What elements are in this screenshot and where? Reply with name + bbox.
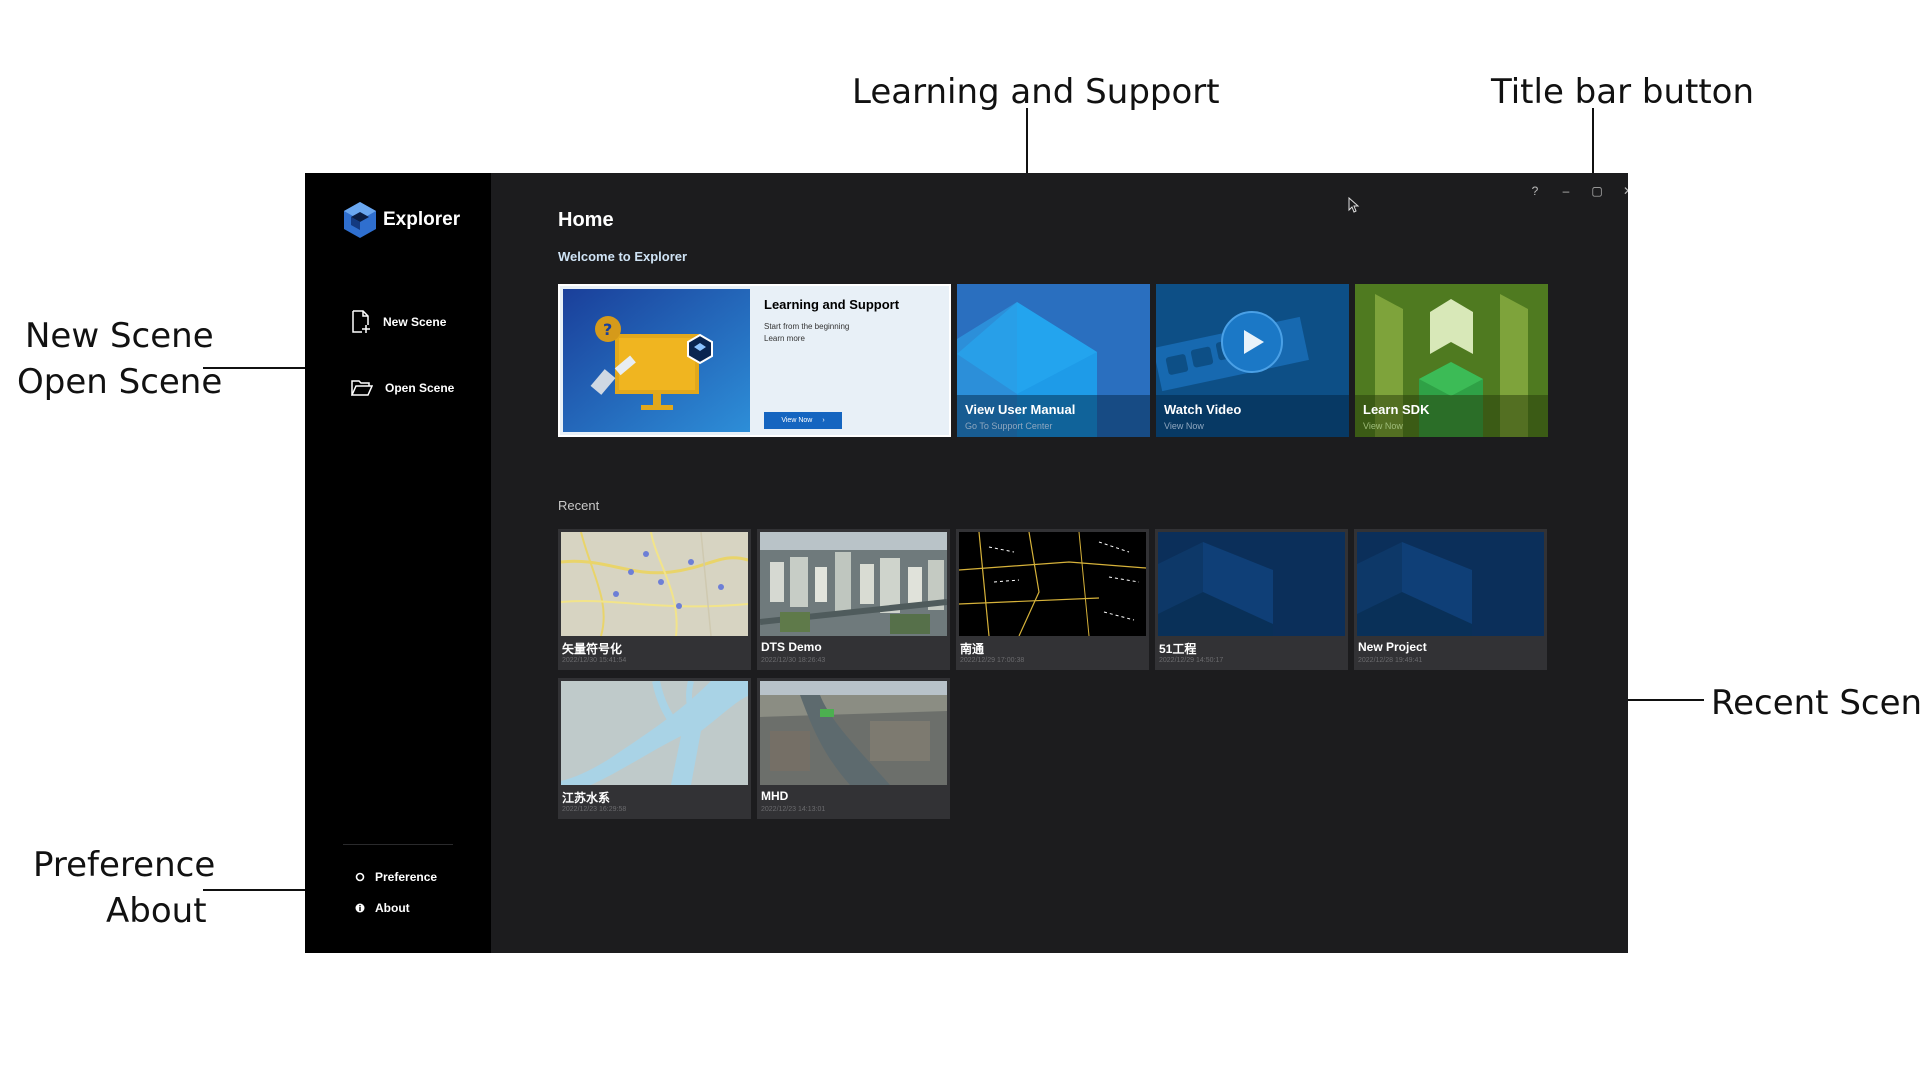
welcome-heading: Welcome to Explorer bbox=[558, 249, 688, 264]
about-button[interactable]: About bbox=[355, 901, 410, 915]
explorer-window: Explorer New Scene Open Scene Preference… bbox=[305, 173, 1628, 953]
page-title: Home bbox=[558, 209, 614, 231]
callout-open-scene: Open Scene bbox=[17, 362, 223, 402]
maximize-button[interactable]: ▢ bbox=[1586, 180, 1608, 202]
new-file-icon bbox=[352, 310, 370, 333]
callout-new-scene: New Scene bbox=[25, 316, 214, 356]
preference-label: Preference bbox=[375, 870, 438, 884]
user-manual-title: View User Manual bbox=[965, 402, 1076, 417]
recent-scene-card[interactable]: 江苏水系 2022/12/23 16:29:58 bbox=[558, 678, 751, 819]
learn-sdk-title: Learn SDK bbox=[1363, 402, 1430, 417]
recent-scene-date: 2022/12/28 19:49:41 bbox=[1358, 657, 1423, 664]
preference-button[interactable]: Preference bbox=[355, 870, 437, 884]
info-icon bbox=[355, 903, 365, 913]
recent-scene-card[interactable]: 51工程 2022/12/29 14:50:17 bbox=[1155, 529, 1348, 670]
chevron-right-icon: › bbox=[822, 417, 825, 424]
learning-illustration: ? bbox=[563, 289, 750, 432]
folder-open-icon bbox=[351, 380, 373, 396]
callout-learning-support: Learning and Support bbox=[852, 72, 1220, 112]
recent-scene-date: 2022/12/23 16:29:58 bbox=[562, 806, 627, 813]
recent-scene-date: 2022/12/29 17:00:38 bbox=[960, 657, 1025, 664]
learning-card-title: Learning and Support bbox=[764, 297, 900, 312]
close-button[interactable]: ✕ bbox=[1617, 180, 1628, 202]
learning-card-subtitle: Start from the beginning Learn more bbox=[764, 321, 849, 345]
vector-lines-thumbnail bbox=[959, 532, 1146, 636]
recent-scene-card[interactable]: 南通 2022/12/29 17:00:38 bbox=[956, 529, 1149, 670]
leader-line-titlebar bbox=[1592, 108, 1594, 181]
map-thumbnail bbox=[561, 532, 748, 636]
recent-scene-card[interactable]: DTS Demo 2022/12/30 18:26:43 bbox=[757, 529, 950, 670]
help-button[interactable]: ? bbox=[1524, 180, 1546, 202]
gear-icon bbox=[355, 872, 365, 882]
callout-about: About bbox=[106, 891, 207, 931]
recent-scene-name: 江苏水系 bbox=[562, 791, 611, 805]
minimize-button[interactable]: – bbox=[1555, 180, 1577, 202]
watch-video-title: Watch Video bbox=[1164, 402, 1242, 417]
recent-scene-date: 2022/12/29 14:50:17 bbox=[1159, 657, 1224, 664]
open-scene-label: Open Scene bbox=[385, 381, 455, 395]
explorer-logo-icon bbox=[344, 202, 376, 238]
recent-scene-name: 51工程 bbox=[1159, 642, 1197, 656]
recent-scene-name: 矢量符号化 bbox=[562, 642, 623, 656]
learning-card-line1: Start from the beginning bbox=[764, 322, 850, 331]
callout-preference: Preference bbox=[33, 845, 216, 885]
default-project-thumbnail bbox=[1158, 532, 1345, 636]
watch-video-tile[interactable]: Watch Video View Now bbox=[1156, 284, 1349, 437]
sidebar: Explorer New Scene Open Scene Preference… bbox=[305, 173, 491, 953]
view-now-label: View Now bbox=[781, 417, 813, 424]
recent-scene-date: 2022/12/30 18:26:43 bbox=[761, 657, 826, 664]
default-project-thumbnail bbox=[1357, 532, 1544, 636]
recent-scene-date: 2022/12/30 15:41:54 bbox=[562, 657, 627, 664]
view-now-button[interactable]: View Now › bbox=[764, 412, 842, 429]
user-manual-tile[interactable]: View User Manual Go To Support Center bbox=[957, 284, 1150, 437]
recent-scene-card[interactable]: New Project 2022/12/28 19:49:41 bbox=[1354, 529, 1547, 670]
new-scene-label: New Scene bbox=[383, 315, 447, 329]
recent-scene-name: 南通 bbox=[960, 642, 985, 656]
open-scene-button[interactable]: Open Scene bbox=[351, 379, 454, 397]
callout-recent-scene: Recent Scene bbox=[1711, 683, 1920, 723]
about-label: About bbox=[375, 901, 410, 915]
learn-sdk-tile[interactable]: Learn SDK View Now bbox=[1355, 284, 1548, 437]
new-scene-button[interactable]: New Scene bbox=[351, 310, 446, 334]
recent-scene-date: 2022/12/23 14:13:01 bbox=[761, 806, 826, 813]
app-logo: Explorer bbox=[343, 201, 460, 239]
svg-text:?: ? bbox=[603, 320, 612, 339]
aerial-photo-thumbnail bbox=[760, 681, 947, 785]
recent-scene-card[interactable]: MHD 2022/12/23 14:13:01 bbox=[757, 678, 950, 819]
learn-sdk-subtitle: View Now bbox=[1363, 421, 1403, 431]
learning-card-line2: Learn more bbox=[764, 334, 805, 343]
recent-scene-name: New Project bbox=[1358, 640, 1427, 654]
mouse-cursor-icon bbox=[1348, 197, 1360, 213]
sidebar-divider bbox=[343, 844, 453, 845]
recent-scene-name: DTS Demo bbox=[761, 640, 822, 654]
river-map-thumbnail bbox=[561, 681, 748, 785]
callout-title-bar: Title bar button bbox=[1491, 72, 1755, 112]
user-manual-subtitle: Go To Support Center bbox=[965, 421, 1053, 431]
recent-scene-name: MHD bbox=[761, 789, 789, 803]
learning-support-card[interactable]: ? Learning and Support Start from the be… bbox=[558, 284, 951, 437]
watch-video-subtitle: View Now bbox=[1164, 421, 1204, 431]
city-aerial-thumbnail bbox=[760, 532, 947, 636]
recent-scene-card[interactable]: 矢量符号化 2022/12/30 15:41:54 bbox=[558, 529, 751, 670]
app-title: Explorer bbox=[383, 209, 461, 230]
recent-heading: Recent bbox=[558, 498, 600, 513]
